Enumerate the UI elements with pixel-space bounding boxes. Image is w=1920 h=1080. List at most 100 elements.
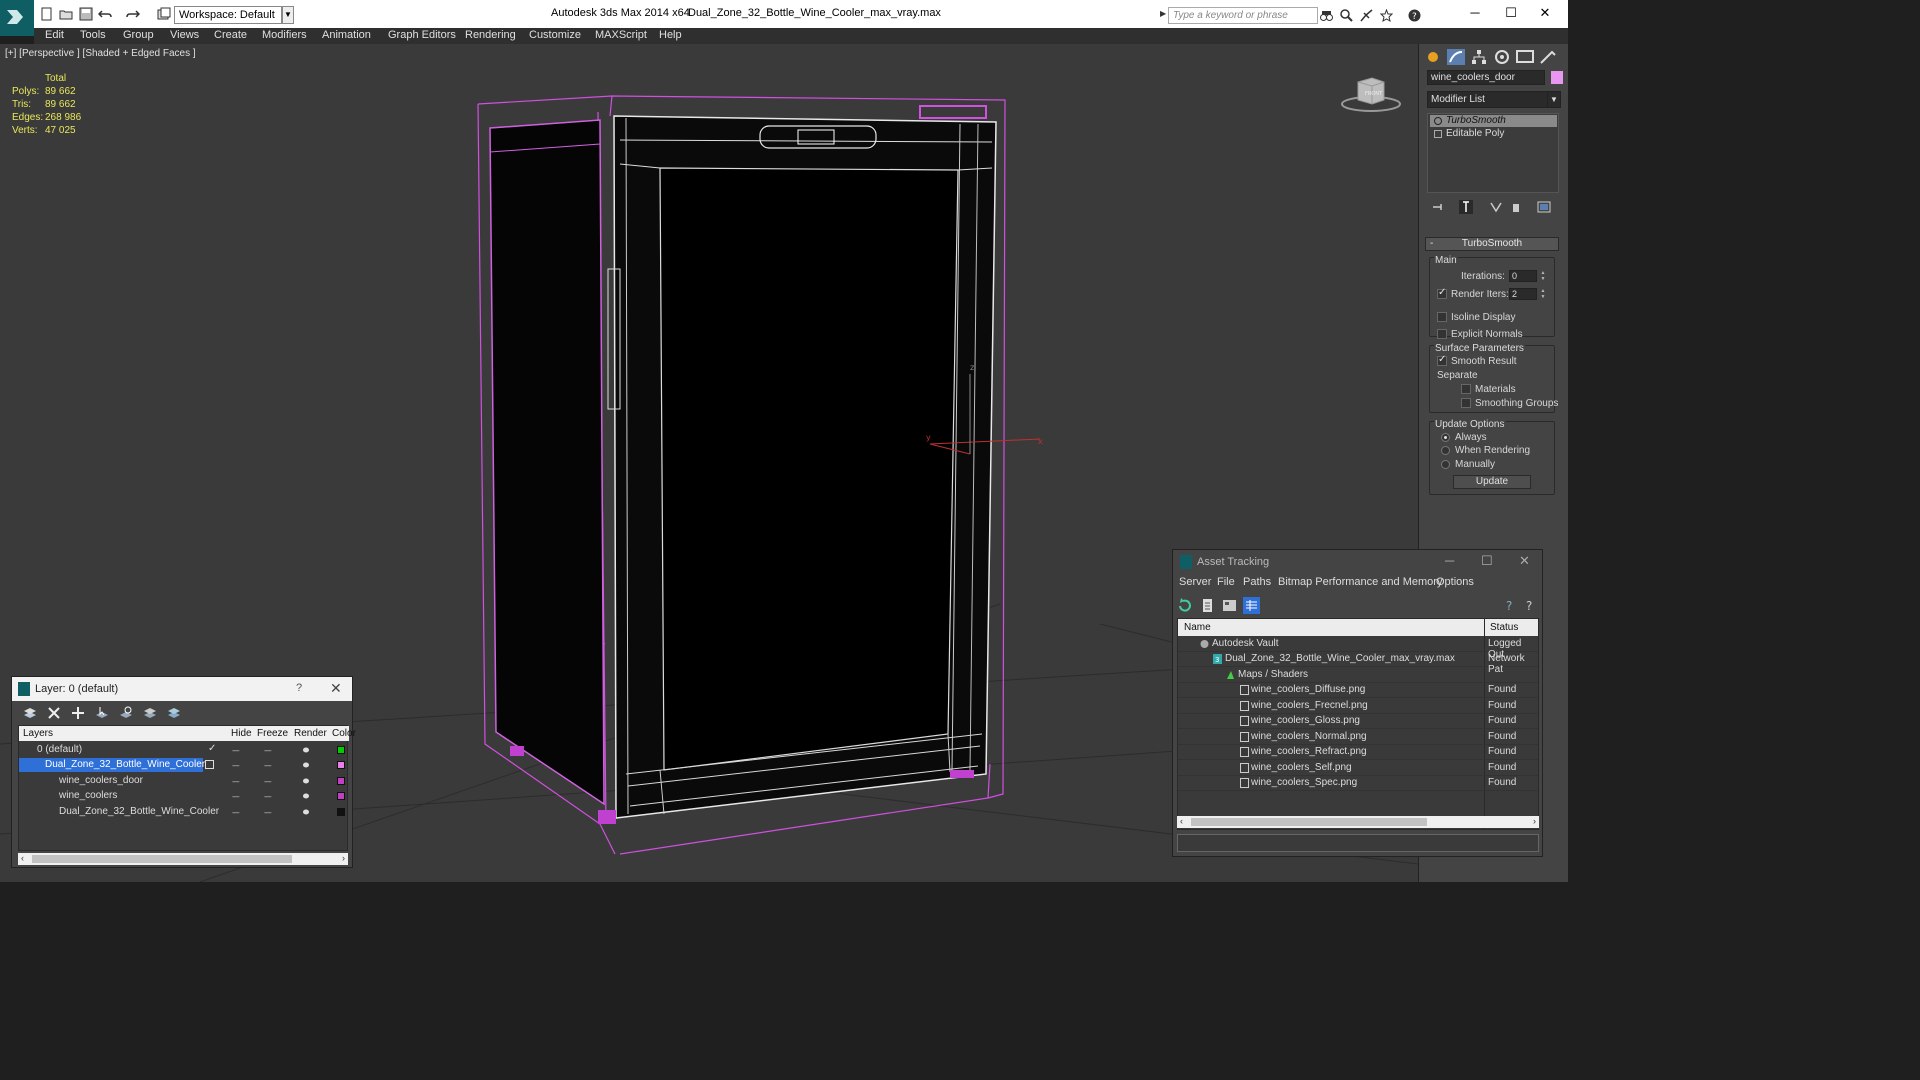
column-color[interactable]: Color xyxy=(332,728,356,739)
column-status[interactable]: Status xyxy=(1490,622,1518,633)
layer-row[interactable]: 0 (default) ✓ ---- ---- xyxy=(19,743,349,758)
freeze-toggle[interactable]: ---- xyxy=(264,761,272,770)
smoothing-groups-checkbox[interactable] xyxy=(1461,398,1471,408)
asset-row-bitmap[interactable]: wine_coolers_Normal.png Found xyxy=(1178,730,1538,745)
menu-tools[interactable]: Tools xyxy=(80,29,106,41)
teapot-render-icon[interactable] xyxy=(302,777,310,784)
menu-create[interactable]: Create xyxy=(214,29,247,41)
stack-item-editable-poly[interactable]: Editable Poly xyxy=(1430,128,1557,140)
search-input[interactable]: Type a keyword or phrase xyxy=(1168,7,1318,24)
app-menu-button[interactable] xyxy=(0,0,34,36)
hide-unhide-all-icon[interactable] xyxy=(142,705,158,721)
minimize-icon[interactable]: ─ xyxy=(1445,553,1454,568)
chevron-left-icon[interactable]: ‹ xyxy=(21,853,24,863)
asset-row-bitmap[interactable]: wine_coolers_Diffuse.png Found xyxy=(1178,683,1538,698)
when-rendering-radio[interactable] xyxy=(1441,446,1450,455)
object-name[interactable]: wine_coolers xyxy=(57,789,119,803)
teapot-render-icon[interactable] xyxy=(302,761,310,768)
undo-icon[interactable] xyxy=(98,7,112,21)
active-layer-check-icon[interactable]: ✓ xyxy=(208,743,216,754)
layer-color-swatch[interactable] xyxy=(337,746,345,754)
spinner-arrows-icon[interactable]: ▲ ▼ xyxy=(1539,270,1547,282)
layer-name[interactable]: 0 (default) xyxy=(35,743,84,757)
chevron-down-icon[interactable]: ▼ xyxy=(1547,91,1561,108)
chevron-left-icon[interactable]: ‹ xyxy=(1180,816,1183,826)
chevron-right-icon[interactable]: › xyxy=(342,853,345,863)
table-view-icon[interactable] xyxy=(1243,597,1260,614)
teapot-render-icon[interactable] xyxy=(302,792,310,799)
help-button[interactable]: ? xyxy=(296,682,302,694)
layer-row[interactable]: Dual_Zone_32_Bottle_Wine_Cooler ---- ---… xyxy=(19,805,349,820)
asset-menu-file[interactable]: File xyxy=(1217,576,1235,588)
modifier-list-dropdown[interactable]: Modifier List xyxy=(1427,91,1551,108)
layer-color-swatch[interactable] xyxy=(337,792,345,800)
freeze-toggle[interactable]: ---- xyxy=(264,746,272,755)
asset-row-bitmap[interactable]: wine_coolers_Refract.png Found xyxy=(1178,745,1538,760)
object-name[interactable]: Dual_Zone_32_Bottle_Wine_Cooler xyxy=(57,805,221,819)
manually-radio[interactable] xyxy=(1441,460,1450,469)
scrollbar-thumb[interactable] xyxy=(32,855,292,863)
column-name[interactable]: Name xyxy=(1184,622,1211,633)
details-view-icon[interactable] xyxy=(1221,597,1238,614)
asset-row-bitmap[interactable]: wine_coolers_Self.png Found xyxy=(1178,761,1538,776)
column-hide[interactable]: Hide xyxy=(231,728,252,739)
asset-horizontal-scrollbar[interactable]: ‹ › xyxy=(1177,816,1539,828)
close-icon[interactable]: ✕ xyxy=(330,680,342,697)
layer-color-swatch[interactable] xyxy=(337,777,345,785)
layer-row[interactable]: wine_coolers ---- ---- xyxy=(19,789,349,804)
collapse-minus-icon[interactable]: - xyxy=(1430,238,1433,250)
smooth-result-checkbox[interactable] xyxy=(1437,354,1447,366)
viewcube-icon[interactable]: FRONT xyxy=(1340,74,1402,114)
close-icon[interactable]: ✕ xyxy=(1519,553,1530,569)
freeze-toggle[interactable]: ---- xyxy=(264,808,272,817)
object-name-input[interactable]: wine_coolers_door xyxy=(1427,70,1545,85)
hierarchy-tab-icon[interactable] xyxy=(1469,48,1489,66)
vault-help-icon[interactable]: ? xyxy=(1523,597,1540,614)
chevron-right-icon[interactable]: › xyxy=(1533,816,1536,826)
menu-views[interactable]: Views xyxy=(170,29,199,41)
asset-row-bitmap[interactable]: wine_coolers_Frecnel.png Found xyxy=(1178,699,1538,714)
search-expand-icon[interactable]: ▶ xyxy=(1160,9,1166,18)
menu-graph-editors[interactable]: Graph Editors xyxy=(388,29,456,41)
freeze-unfreeze-all-icon[interactable] xyxy=(166,705,182,721)
freeze-toggle[interactable]: ---- xyxy=(264,777,272,786)
render-iters-spinner[interactable]: 2 xyxy=(1509,288,1537,300)
asset-menu-paths[interactable]: Paths xyxy=(1243,576,1271,588)
layer-color-swatch[interactable] xyxy=(337,761,345,769)
utilities-tab-icon[interactable] xyxy=(1538,48,1558,66)
modify-tab-icon[interactable] xyxy=(1446,48,1466,66)
asset-menu-bitmap[interactable]: Bitmap Performance and Memory xyxy=(1278,576,1442,588)
asset-menu-server[interactable]: Server xyxy=(1179,576,1211,588)
stack-item-turbosmooth[interactable]: TurboSmooth xyxy=(1430,115,1557,127)
object-color-swatch[interactable] xyxy=(1551,71,1563,84)
column-render[interactable]: Render xyxy=(294,728,327,739)
hide-toggle[interactable]: ---- xyxy=(232,792,240,801)
hide-toggle[interactable]: ---- xyxy=(232,808,240,817)
pin-stack-icon[interactable] xyxy=(1431,200,1445,214)
layer-row-selected[interactable]: Dual_Zone_32_Bottle_Wine_Cooler ---- ---… xyxy=(19,758,349,773)
menu-group[interactable]: Group xyxy=(123,29,154,41)
teapot-render-icon[interactable] xyxy=(302,808,310,815)
close-button[interactable]: ✕ xyxy=(1522,0,1568,28)
rollout-header[interactable]: - TurboSmooth xyxy=(1425,237,1559,251)
binoculars-icon[interactable] xyxy=(1320,9,1333,22)
project-folder-icon[interactable] xyxy=(157,7,171,21)
redo-icon[interactable] xyxy=(126,7,140,21)
save-file-icon[interactable] xyxy=(79,7,93,21)
menu-animation[interactable]: Animation xyxy=(322,29,371,41)
subscription-center-icon[interactable] xyxy=(1340,9,1353,22)
scrollbar-thumb[interactable] xyxy=(1191,818,1427,826)
menu-maxscript[interactable]: MAXScript xyxy=(595,29,647,41)
create-tab-icon[interactable] xyxy=(1423,48,1443,66)
refresh-icon[interactable] xyxy=(1177,597,1194,614)
layer-row[interactable]: wine_coolers_door ---- ---- xyxy=(19,774,349,789)
layer-color-swatch[interactable] xyxy=(337,808,345,816)
menu-edit[interactable]: Edit xyxy=(45,29,64,41)
column-freeze[interactable]: Freeze xyxy=(257,728,288,739)
motion-tab-icon[interactable] xyxy=(1492,48,1512,66)
object-name[interactable]: wine_coolers_door xyxy=(57,774,145,788)
always-radio[interactable] xyxy=(1441,433,1450,442)
spinner-arrows-icon[interactable]: ▲ ▼ xyxy=(1539,288,1547,300)
help-question-icon[interactable]: ? xyxy=(1503,597,1520,614)
highlight-layer-icon[interactable] xyxy=(118,705,134,721)
